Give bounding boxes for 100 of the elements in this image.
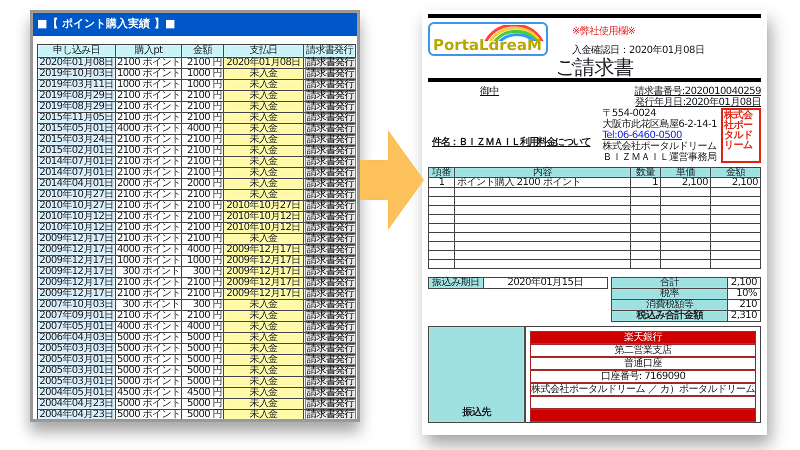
table-cell: 2019年08月29日 xyxy=(38,90,116,101)
table-cell: 未入金 xyxy=(224,178,304,189)
issue-invoice-button[interactable]: 請求書発行 xyxy=(305,146,356,156)
table-cell: 未入金 xyxy=(224,167,304,178)
table-cell: 2019年08月29日 xyxy=(38,101,116,112)
table-cell: 税率 xyxy=(612,288,728,300)
table-cell: 2007年09月01日 xyxy=(38,310,116,321)
table-cell: 第二営業支店 xyxy=(530,344,756,357)
issue-invoice-button[interactable]: 請求書発行 xyxy=(305,366,356,376)
table-cell: 5000 ポイント xyxy=(116,365,182,376)
issue-invoice-button[interactable]: 請求書発行 xyxy=(305,344,356,354)
issue-invoice-button[interactable]: 請求書発行 xyxy=(305,354,356,364)
table-cell: 2010年10月27日 xyxy=(38,200,116,211)
issue-invoice-button[interactable]: 請求書発行 xyxy=(305,212,356,222)
table-cell: 2009年12月17日 xyxy=(38,277,116,288)
invoice-title: ご請求書 xyxy=(554,56,634,78)
table-cell: 2100 ポイント xyxy=(116,222,182,233)
column-header: 数量 xyxy=(630,168,660,178)
table-cell: 2014年07月01日 xyxy=(38,156,116,167)
issue-invoice-button[interactable]: 請求書発行 xyxy=(305,398,356,408)
table-cell: 2004年04月23日 xyxy=(38,398,116,409)
table-cell: 未入金 xyxy=(224,299,304,310)
table-cell: 2100 ポイント xyxy=(116,211,182,222)
issue-invoice-button[interactable]: 請求書発行 xyxy=(305,222,356,232)
table-cell: 合計 xyxy=(612,278,728,288)
table-cell: 2,310 xyxy=(727,310,760,322)
column-header: 内容 xyxy=(454,168,630,178)
issue-invoice-button[interactable]: 請求書発行 xyxy=(305,278,356,288)
sender-line: 大阪市此花区島屋6-2-14-1 xyxy=(602,119,717,130)
table-cell: 2020年01月08日 xyxy=(38,57,116,68)
phone-link[interactable]: Tel:06-6460-0500 xyxy=(602,130,682,141)
issue-invoice-button[interactable]: 請求書発行 xyxy=(305,178,356,188)
table-cell: 2009年12月17日 xyxy=(224,266,304,277)
table-cell: 4000 ポイント xyxy=(116,123,182,134)
table-cell: 2005年03月01日 xyxy=(38,376,116,387)
table-cell: 2015年02月01日 xyxy=(38,145,116,156)
issue-invoice-button[interactable]: 請求書発行 xyxy=(305,234,356,244)
issue-invoice-button[interactable]: 請求書発行 xyxy=(305,266,356,276)
issue-invoice-button[interactable]: 請求書発行 xyxy=(305,200,356,210)
issue-invoice-button[interactable]: 請求書発行 xyxy=(305,68,356,78)
issue-invoice-button[interactable]: 請求書発行 xyxy=(305,376,356,386)
table-cell: 300 ポイント xyxy=(116,299,182,310)
table-cell: 2,100 xyxy=(710,178,760,188)
table-cell: 未入金 xyxy=(224,134,304,145)
issue-invoice-button[interactable]: 請求書発行 xyxy=(305,90,356,100)
issue-invoice-button[interactable]: 請求書発行 xyxy=(305,288,356,298)
table-cell: 2009年12月17日 xyxy=(224,255,304,266)
issue-invoice-button[interactable]: 請求書発行 xyxy=(305,244,356,254)
table-cell: 未入金 xyxy=(224,79,304,90)
table-cell: 1 xyxy=(630,178,660,188)
issue-invoice-button[interactable]: 請求書発行 xyxy=(305,168,356,178)
issue-invoice-button[interactable]: 請求書発行 xyxy=(305,58,356,68)
issue-invoice-button[interactable]: 請求書発行 xyxy=(305,332,356,342)
table-cell: 未入金 xyxy=(224,321,304,332)
table-cell: 2010年10月27日 xyxy=(224,200,304,211)
table-cell: 2020年01月15日 xyxy=(483,278,608,288)
internal-note: ※弊社使用欄※ xyxy=(572,26,636,37)
issue-invoice-button[interactable]: 請求書発行 xyxy=(305,322,356,332)
table-cell: 未入金 xyxy=(224,310,304,321)
table-cell: 未入金 xyxy=(224,90,304,101)
table-cell: 2015年11月05日 xyxy=(38,112,116,123)
table-cell: 未入金 xyxy=(224,376,304,387)
table-cell: 10% xyxy=(727,288,760,300)
table-cell: 2100 ポイント xyxy=(116,167,182,178)
issue-invoice-button[interactable]: 請求書発行 xyxy=(305,156,356,166)
logo-text: PortaLdreaM xyxy=(433,37,542,53)
table-cell: 1 xyxy=(428,178,454,188)
table-cell: 210 xyxy=(727,300,760,310)
table-cell: 2010年10月12日 xyxy=(224,222,304,233)
table-cell: 楽天銀行 xyxy=(530,331,756,344)
column-header: 金額 xyxy=(182,44,224,57)
issue-invoice-button[interactable]: 請求書発行 xyxy=(305,410,356,419)
issue-invoice-button[interactable]: 請求書発行 xyxy=(305,300,356,310)
issue-invoice-button[interactable]: 請求書発行 xyxy=(305,80,356,90)
issue-invoice-button[interactable]: 請求書発行 xyxy=(305,190,356,200)
column-header: 項番 xyxy=(428,168,454,178)
table-cell: 300 ポイント xyxy=(116,266,182,277)
column-header: 単価 xyxy=(660,168,710,178)
issue-invoice-button[interactable]: 請求書発行 xyxy=(305,256,356,266)
table-cell: 2100 ポイント xyxy=(116,288,182,299)
table-cell: 2006年04月03日 xyxy=(38,332,116,343)
issue-invoice-button[interactable]: 請求書発行 xyxy=(305,124,356,134)
table-cell: 2010年10月12日 xyxy=(38,222,116,233)
table-cell: 5000 ポイント xyxy=(116,376,182,387)
issue-invoice-button[interactable]: 請求書発行 xyxy=(305,310,356,320)
issue-date: 発行年月日:2020年01月08日 xyxy=(635,97,761,108)
issue-invoice-button[interactable]: 請求書発行 xyxy=(305,134,356,144)
table-cell: 2100 ポイント xyxy=(116,310,182,321)
table-cell: 未入金 xyxy=(224,189,304,200)
issue-invoice-button[interactable]: 請求書発行 xyxy=(305,112,356,122)
addressee: 御中 xyxy=(480,86,499,97)
table-cell: 2019年03月11日 xyxy=(38,79,116,90)
table-cell: 2000 ポイント xyxy=(116,178,182,189)
table-cell: 5000 ポイント xyxy=(116,354,182,365)
table-cell: 未入金 xyxy=(224,387,304,398)
table-cell: 未入金 xyxy=(224,68,304,79)
table-cell: 2100 ポイント xyxy=(116,90,182,101)
table-cell: 2009年12月17日 xyxy=(224,244,304,255)
issue-invoice-button[interactable]: 請求書発行 xyxy=(305,388,356,398)
issue-invoice-button[interactable]: 請求書発行 xyxy=(305,102,356,112)
